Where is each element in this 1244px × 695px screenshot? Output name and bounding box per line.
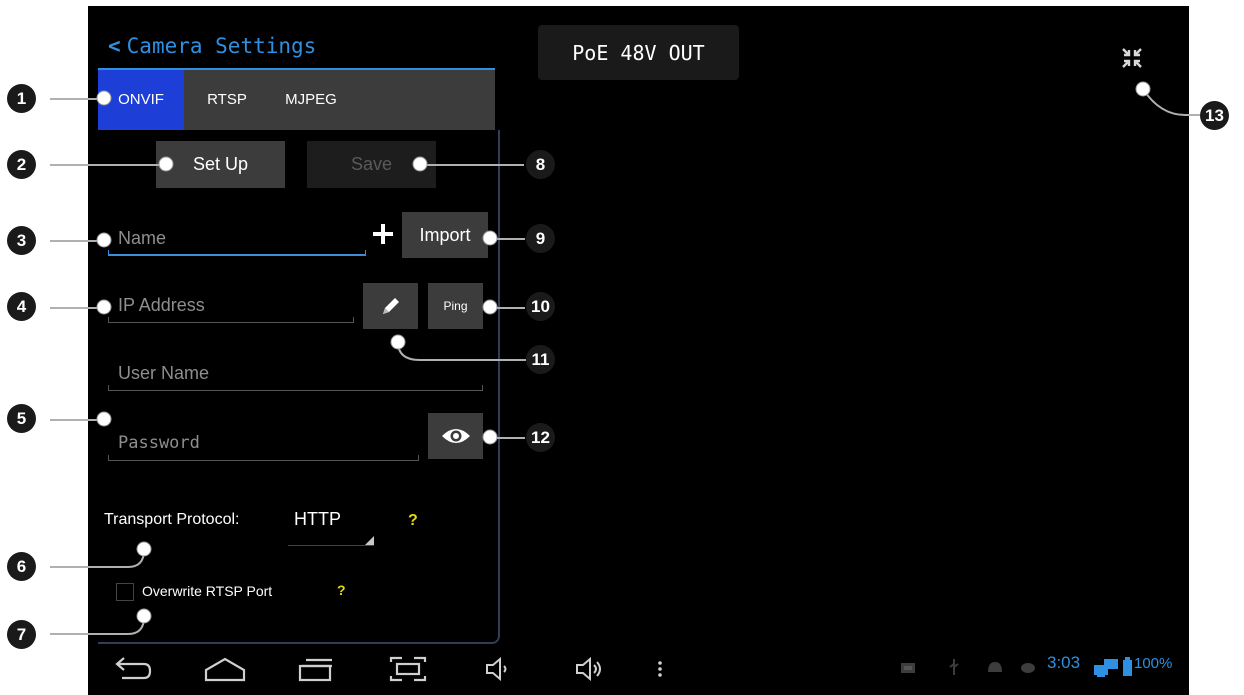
transport-protocol-spinner[interactable]: HTTP — [288, 506, 374, 546]
callout-number-1: 1 — [7, 84, 36, 113]
screenshot-nav-icon[interactable] — [388, 654, 428, 684]
back-button[interactable]: < Camera Settings — [108, 34, 316, 58]
tab-mjpeg[interactable]: MJPEG — [270, 70, 352, 130]
network-monitor-icon — [1094, 659, 1118, 677]
callout-number-4: 4 — [7, 292, 36, 321]
overwrite-rtsp-checkbox[interactable] — [116, 583, 134, 601]
username-field[interactable]: User Name — [108, 361, 483, 391]
edit-ip-button[interactable] — [363, 283, 418, 329]
spinner-underline — [288, 545, 374, 546]
callout-number-6: 6 — [7, 552, 36, 581]
home-nav-icon[interactable] — [203, 654, 247, 684]
password-underline — [108, 455, 419, 461]
protocol-tabbar: ONVIF RTSP MJPEG — [98, 70, 495, 130]
back-nav-icon[interactable] — [112, 654, 152, 684]
callout-number-7: 7 — [7, 620, 36, 649]
eye-icon — [441, 429, 470, 443]
callout-number-5: 5 — [7, 404, 36, 433]
callout-number-2: 2 — [7, 150, 36, 179]
username-placeholder: User Name — [118, 363, 210, 383]
battery-icon — [1123, 657, 1132, 676]
show-password-button[interactable] — [428, 413, 483, 459]
overflow-menu-icon[interactable] — [656, 654, 664, 684]
callout-number-13: 13 — [1200, 101, 1229, 130]
callout-number-3: 3 — [7, 226, 36, 255]
name-field[interactable]: Name — [108, 226, 366, 256]
battery-percent: 100% — [1134, 655, 1173, 672]
add-icon[interactable] — [371, 222, 395, 246]
password-field[interactable]: Password — [108, 429, 419, 461]
usb-icon — [949, 659, 959, 675]
username-underline — [108, 385, 483, 391]
chevron-left-icon: < — [108, 34, 121, 58]
android-debug-icon — [988, 662, 1002, 672]
transport-protocol-value: HTTP — [294, 509, 341, 529]
volume-down-icon[interactable] — [484, 654, 512, 684]
ip-address-field[interactable]: IP Address — [108, 293, 354, 323]
ip-address-underline — [108, 317, 354, 323]
transport-protocol-label: Transport Protocol: — [104, 511, 240, 528]
name-underline — [108, 250, 366, 256]
save-button[interactable]: Save — [307, 141, 436, 188]
tab-rtsp[interactable]: RTSP — [194, 70, 260, 130]
volume-up-icon[interactable] — [574, 654, 606, 684]
spinner-arrow-icon — [365, 536, 374, 545]
recent-apps-nav-icon[interactable] — [298, 654, 338, 684]
rtsp-help-icon[interactable]: ? — [337, 582, 346, 598]
status-time: 3:03 — [1047, 653, 1081, 672]
pencil-icon — [382, 298, 399, 314]
import-button[interactable]: Import — [402, 212, 488, 258]
name-placeholder: Name — [118, 228, 167, 248]
ping-button[interactable]: Ping — [428, 283, 483, 329]
tablet-screen: < Camera Settings ONVIF RTSP MJPEG Set Up… — [88, 6, 1189, 695]
collapse-fullscreen-icon[interactable] — [1120, 46, 1144, 70]
page-title: Camera Settings — [126, 34, 317, 58]
overwrite-rtsp-label: Overwrite RTSP Port — [142, 583, 273, 599]
ip-address-placeholder: IP Address — [118, 295, 205, 315]
transport-help-icon[interactable]: ? — [408, 512, 418, 530]
sync-icon — [1021, 663, 1035, 673]
poe-status-badge: PoE 48V OUT — [538, 25, 739, 80]
tab-onvif[interactable]: ONVIF — [98, 70, 184, 130]
setup-button[interactable]: Set Up — [156, 141, 285, 188]
password-placeholder: Password — [118, 433, 200, 453]
ethernet-icon — [901, 663, 915, 673]
